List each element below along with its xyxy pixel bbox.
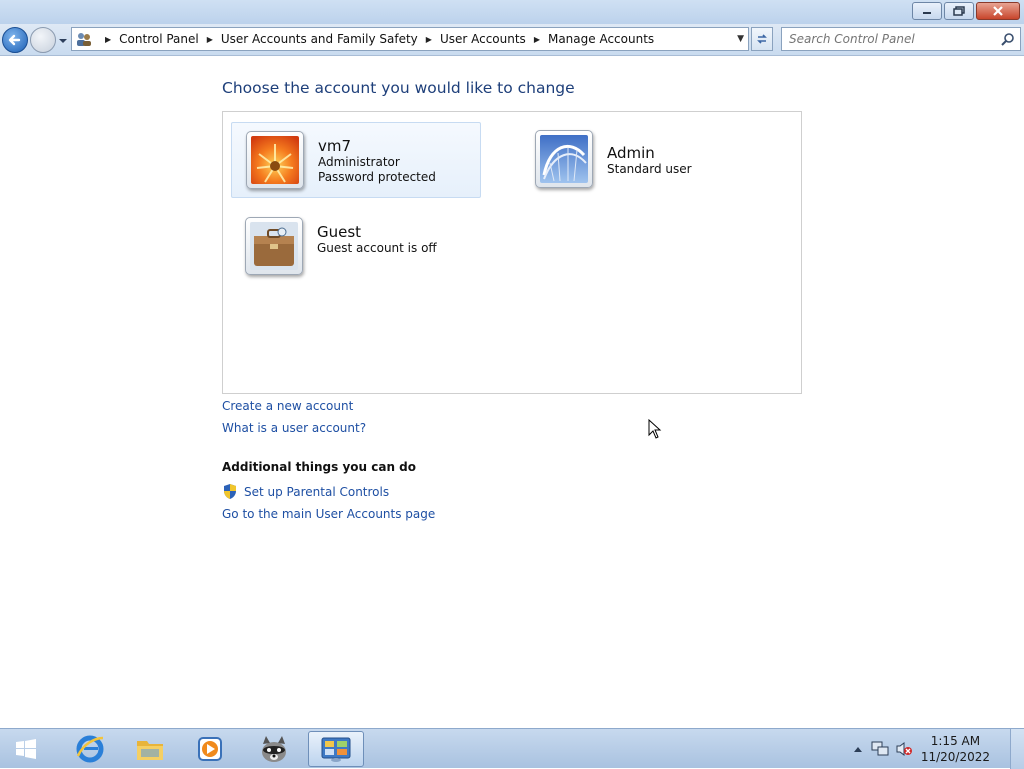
clock-date: 11/20/2022 — [920, 750, 990, 764]
clock-time: 1:15 AM — [930, 734, 981, 748]
volume-muted-icon[interactable] — [895, 741, 913, 757]
folder-icon — [137, 741, 163, 760]
media-player-icon — [198, 737, 222, 761]
account-status: Password protected — [318, 170, 436, 184]
breadcrumb-manage-accounts[interactable]: Manage Accounts — [548, 32, 654, 46]
breadcrumb-arrow-icon: ▶ — [105, 34, 112, 44]
breadcrumb-arrow-icon: ▶ — [533, 34, 540, 44]
avatar — [246, 131, 304, 189]
search-box[interactable] — [781, 27, 1021, 51]
account-name: vm7 — [318, 137, 352, 155]
main-content: Choose the account you would like to cha… — [0, 57, 1024, 728]
additional-things-heading: Additional things you can do — [222, 460, 417, 474]
account-type: Administrator — [318, 155, 400, 169]
roller-coaster-picture-icon — [540, 135, 588, 183]
main-user-accounts-page-link[interactable]: Go to the main User Accounts page — [222, 507, 435, 521]
flower-picture-icon — [251, 136, 299, 184]
what-is-user-account-link[interactable]: What is a user account? — [222, 421, 366, 435]
avatar — [535, 130, 593, 188]
breadcrumb-control-panel[interactable]: Control Panel ▶ — [119, 32, 221, 46]
raccoon-icon — [262, 736, 286, 762]
account-admin[interactable]: Admin Standard user — [521, 122, 771, 198]
create-new-account-link[interactable]: Create a new account — [222, 399, 353, 413]
account-vm7[interactable]: vm7 Administrator Password protected — [231, 122, 481, 198]
close-icon — [993, 6, 1003, 16]
parental-controls-link[interactable]: Set up Parental Controls — [222, 483, 389, 500]
clock[interactable]: 1:15 AM 11/20/2022 — [921, 733, 990, 765]
search-input[interactable] — [789, 32, 989, 46]
address-bar[interactable]: ▶ Control Panel ▶ User Accounts and Famil… — [71, 27, 749, 51]
network-icon[interactable] — [871, 741, 889, 757]
breadcrumb-arrow-icon: ▶ — [425, 34, 432, 44]
navigation-bar: ▶ Control Panel ▶ User Accounts and Famil… — [0, 24, 1024, 56]
account-type: Standard user — [607, 162, 692, 176]
taskbar-internet-explorer[interactable] — [62, 731, 118, 767]
taskbar-file-explorer[interactable] — [122, 731, 178, 767]
avatar — [245, 217, 303, 275]
taskbar-control-panel[interactable] — [308, 731, 364, 767]
refresh-icon — [757, 34, 767, 44]
accounts-list: vm7 Administrator Password protected Adm… — [222, 111, 802, 394]
title-bar[interactable] — [0, 0, 1024, 24]
user-accounts-icon — [77, 33, 91, 46]
back-arrow-icon — [8, 34, 21, 46]
show-desktop-button[interactable] — [1010, 729, 1024, 769]
minimize-button[interactable] — [912, 2, 942, 20]
control-panel-icon — [321, 737, 351, 762]
security-shield-icon — [224, 484, 236, 499]
restore-button[interactable] — [944, 2, 974, 20]
refresh-button[interactable] — [751, 27, 773, 51]
taskbar-raccoon-app[interactable] — [246, 731, 302, 767]
search-icon[interactable] — [1001, 32, 1015, 46]
account-status: Guest account is off — [317, 241, 437, 255]
restore-icon — [953, 6, 965, 16]
briefcase-picture-icon — [250, 222, 298, 270]
forward-button[interactable] — [30, 27, 56, 53]
system-tray: 1:15 AM 11/20/2022 — [853, 729, 1024, 769]
breadcrumb-root[interactable]: ▶ — [97, 35, 119, 44]
account-name: Guest — [317, 223, 362, 241]
breadcrumb-user-accounts-family-safety[interactable]: User Accounts and Family Safety ▶ — [221, 32, 440, 46]
windows-logo-icon — [16, 739, 36, 759]
recent-pages-dropdown-icon[interactable] — [58, 36, 68, 46]
address-dropdown-icon[interactable]: ▼ — [737, 34, 744, 44]
breadcrumb-user-accounts[interactable]: User Accounts ▶ — [440, 32, 548, 46]
internet-explorer-icon — [76, 735, 104, 763]
page-heading: Choose the account you would like to cha… — [222, 79, 575, 97]
taskbar-media-player[interactable] — [182, 731, 238, 767]
breadcrumb-arrow-icon: ▶ — [206, 34, 213, 44]
window-controls — [912, 2, 1020, 20]
minimize-icon — [923, 12, 931, 14]
taskbar: 1:15 AM 11/20/2022 — [0, 728, 1024, 769]
account-name: Admin — [607, 144, 655, 162]
show-hidden-icons-icon[interactable] — [853, 745, 863, 753]
control-panel-window: ▶ Control Panel ▶ User Accounts and Famil… — [0, 0, 1024, 728]
back-button[interactable] — [2, 27, 28, 53]
mouse-pointer-icon — [648, 419, 662, 439]
start-button[interactable] — [0, 731, 52, 767]
close-button[interactable] — [976, 2, 1020, 20]
account-guest[interactable]: Guest Guest account is off — [231, 209, 481, 285]
